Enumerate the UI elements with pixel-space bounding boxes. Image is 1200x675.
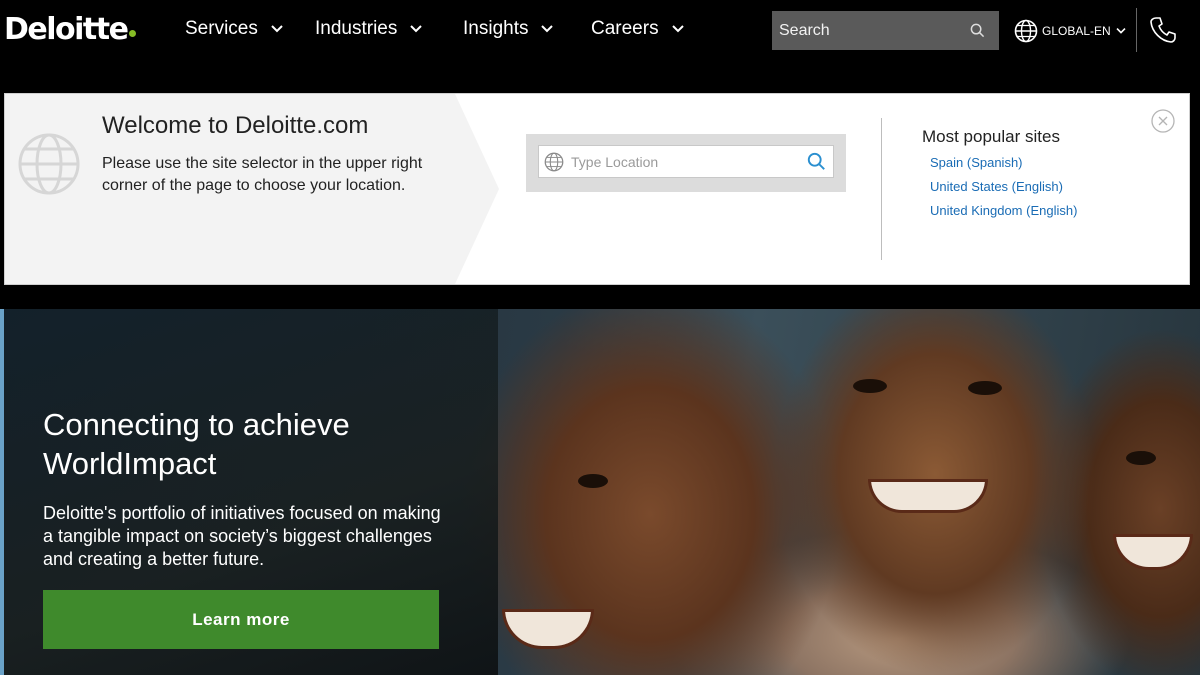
search-input[interactable] <box>779 21 959 40</box>
language-label: GLOBAL-EN <box>1042 24 1111 38</box>
chevron-down-icon <box>410 25 423 33</box>
photo-detail <box>578 474 608 488</box>
hero-title: Connecting to achieve WorldImpact <box>43 407 350 481</box>
globe-icon <box>544 152 564 172</box>
welcome-text: Please use the site selector in the uppe… <box>102 155 423 194</box>
welcome-banner: Welcome to Deloitte.com Please use the s… <box>4 93 1190 285</box>
photo-detail <box>968 381 1002 395</box>
logo-text: Deloitte <box>4 12 129 47</box>
language-selector[interactable]: GLOBAL-EN <box>1014 17 1127 45</box>
location-field-wrap <box>538 145 834 178</box>
nav-careers[interactable]: Careers <box>591 16 685 42</box>
location-search-box <box>526 134 846 192</box>
top-navigation: Deloitte Services Industries Insights Ca… <box>0 0 1200 62</box>
globe-icon <box>1014 19 1038 43</box>
deloitte-logo[interactable]: Deloitte <box>4 12 137 48</box>
learn-more-button[interactable]: Learn more <box>43 590 439 649</box>
hero-banner: Connecting to achieve WorldImpact Deloit… <box>0 309 1200 675</box>
hero-description: Deloitte's portfolio of initiatives focu… <box>43 503 441 569</box>
nav-label-insights: Insights <box>463 18 529 39</box>
photo-detail <box>1126 451 1156 465</box>
nav-label-careers: Careers <box>591 18 659 39</box>
search-icon[interactable] <box>807 152 826 171</box>
welcome-divider <box>881 118 882 260</box>
chevron-down-icon <box>271 25 283 33</box>
popular-site-link[interactable]: United Kingdom (English) <box>930 203 1077 218</box>
welcome-title: Welcome to Deloitte.com <box>102 112 369 139</box>
popular-sites-title: Most popular sites <box>922 127 1060 146</box>
photo-detail <box>1113 534 1193 570</box>
chevron-down-icon <box>1116 28 1126 34</box>
close-icon[interactable] <box>1151 109 1175 133</box>
nav-industries[interactable]: Industries <box>315 16 423 42</box>
photo-detail <box>853 379 887 393</box>
logo-dot <box>129 30 137 37</box>
hero-photo <box>498 309 1200 675</box>
phone-icon[interactable] <box>1150 16 1176 44</box>
photo-detail <box>868 479 988 513</box>
search-box <box>772 11 999 50</box>
nav-services[interactable]: Services <box>185 16 284 42</box>
popular-site-link[interactable]: United States (English) <box>930 179 1063 194</box>
popular-site-link[interactable]: Spain (Spanish) <box>930 155 1023 170</box>
nav-divider <box>1136 8 1137 52</box>
search-icon[interactable] <box>970 23 985 38</box>
chevron-down-icon <box>671 25 684 33</box>
location-input[interactable] <box>571 153 801 170</box>
photo-detail <box>502 609 594 649</box>
globe-icon <box>18 133 80 195</box>
nav-label-industries: Industries <box>315 18 398 39</box>
chevron-down-icon <box>541 25 554 33</box>
welcome-arrow-shape <box>455 94 499 284</box>
nav-insights[interactable]: Insights <box>463 16 554 42</box>
nav-label-services: Services <box>185 18 258 39</box>
hero-edge-strip <box>0 309 4 675</box>
